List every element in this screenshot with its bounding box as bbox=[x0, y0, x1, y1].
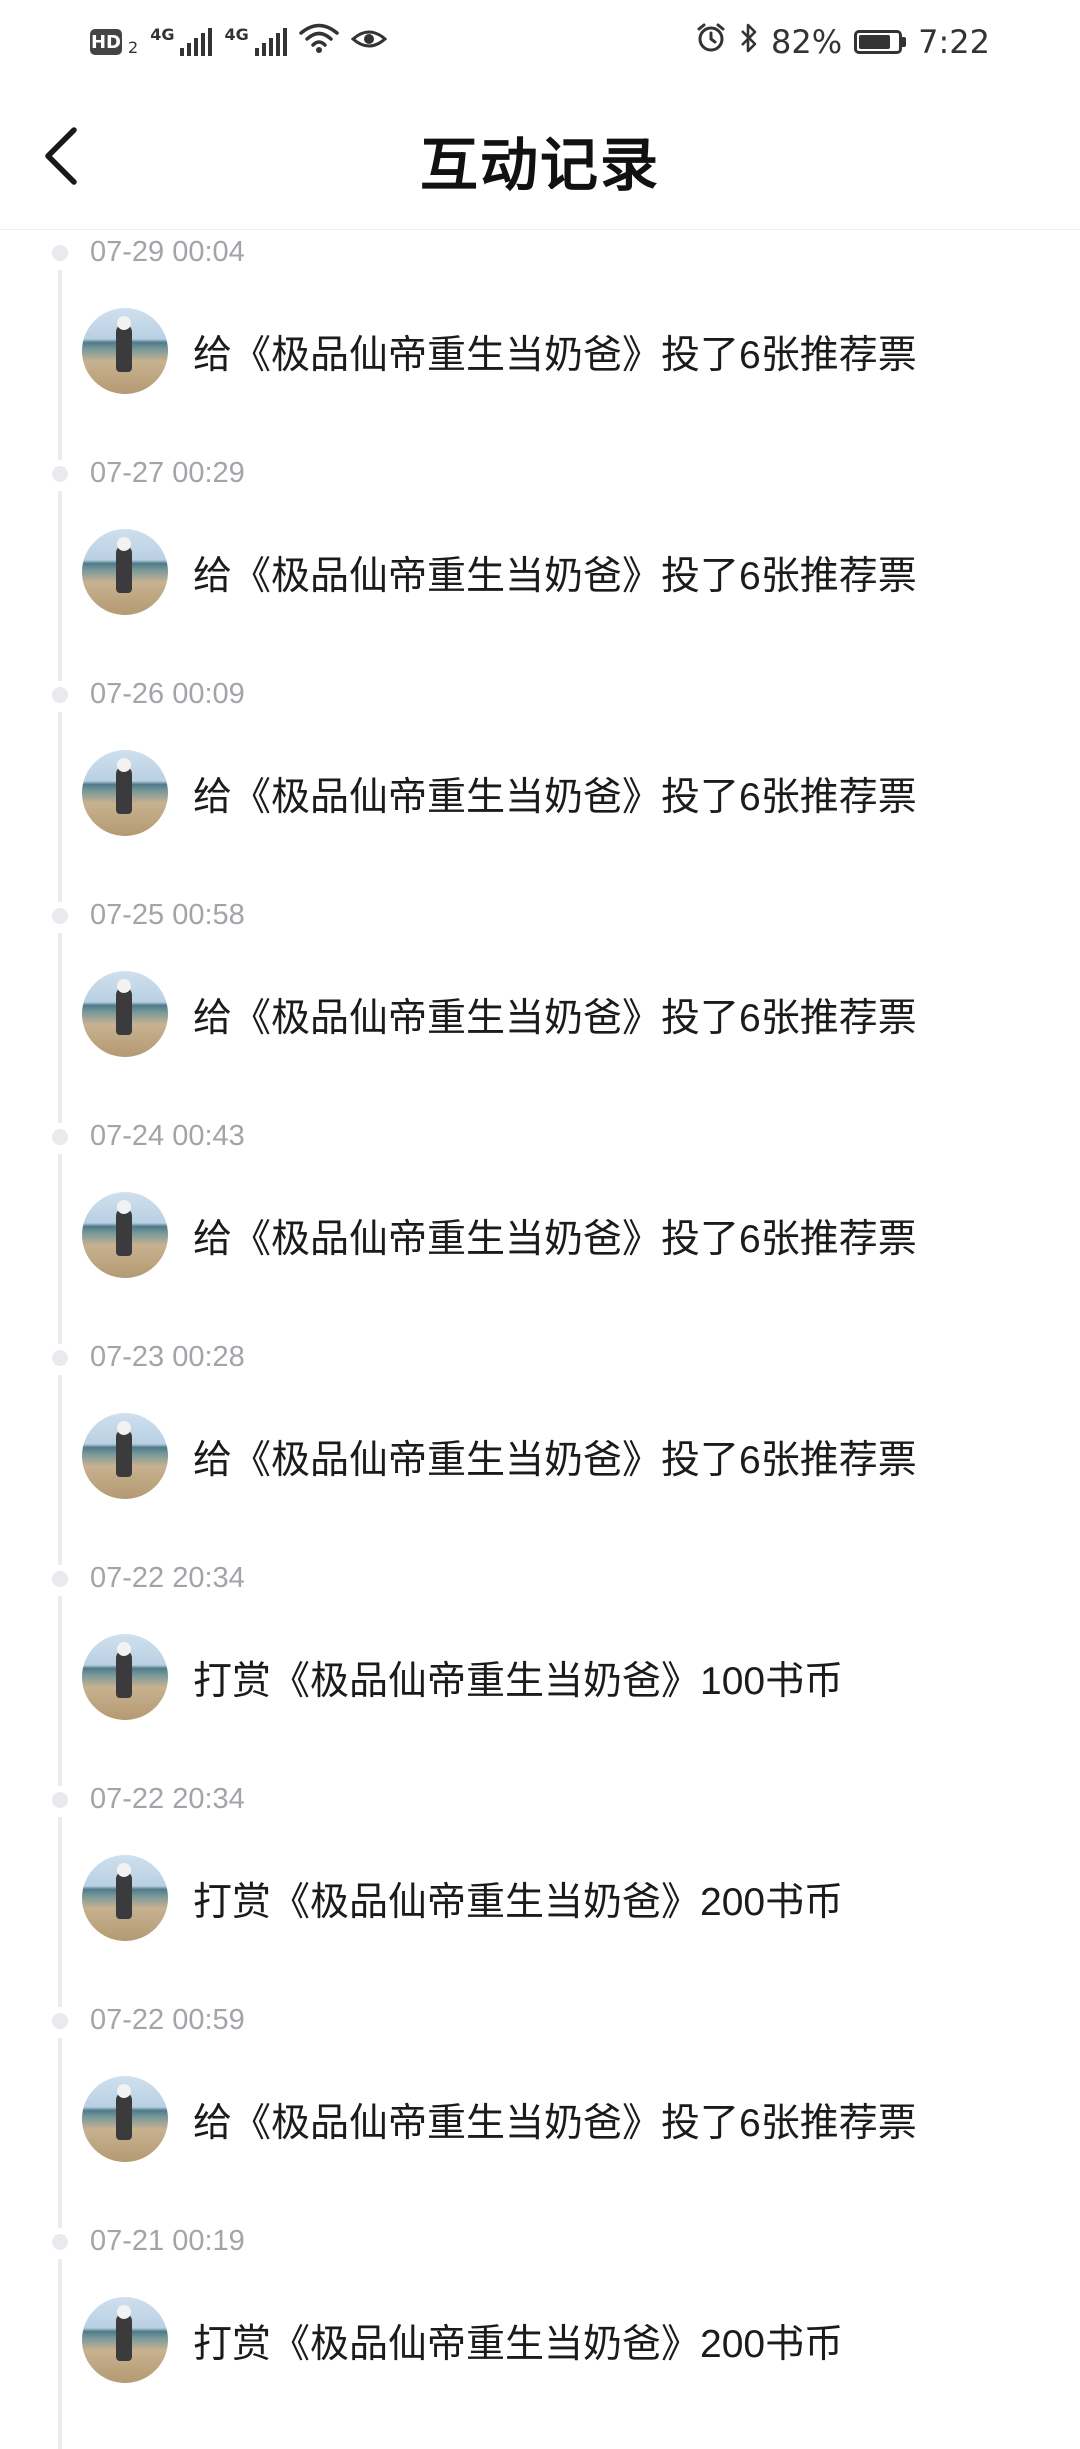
timeline-dot bbox=[52, 1350, 68, 1366]
avatar[interactable] bbox=[82, 1855, 168, 1941]
timeline-dot bbox=[52, 2013, 68, 2029]
timeline-line bbox=[58, 1375, 62, 1565]
app-header: 互动记录 bbox=[0, 84, 1080, 230]
record-time: 07-24 00:43 bbox=[90, 1120, 245, 1152]
timeline-dot bbox=[52, 908, 68, 924]
bluetooth-icon bbox=[739, 22, 759, 62]
avatar[interactable] bbox=[82, 529, 168, 615]
record-time: 07-27 00:29 bbox=[90, 457, 245, 489]
avatar[interactable] bbox=[82, 1413, 168, 1499]
record-item[interactable]: 07-25 00:58 给《极品仙帝重生当奶爸》投了6张推荐票 bbox=[0, 893, 1080, 1123]
clock: 7:22 bbox=[918, 23, 990, 61]
record-time: 07-23 00:28 bbox=[90, 1341, 245, 1373]
record-description[interactable]: 打赏《极品仙帝重生当奶爸》100书币 bbox=[193, 1650, 843, 1706]
record-time: 07-22 20:34 bbox=[90, 1562, 245, 1594]
battery-percent: 82% bbox=[771, 23, 843, 61]
timeline-dot bbox=[52, 1792, 68, 1808]
status-right: 82% 7:22 bbox=[695, 22, 990, 62]
avatar[interactable] bbox=[82, 1192, 168, 1278]
record-time: 07-25 00:58 bbox=[90, 899, 245, 931]
timeline-dot bbox=[52, 245, 68, 261]
record-item[interactable]: 07-21 00:19 打赏《极品仙帝重生当奶爸》200书币 bbox=[0, 2219, 1080, 2449]
record-item[interactable]: 07-22 20:34 打赏《极品仙帝重生当奶爸》200书币 bbox=[0, 1777, 1080, 2007]
record-item[interactable]: 07-24 00:43 给《极品仙帝重生当奶爸》投了6张推荐票 bbox=[0, 1114, 1080, 1344]
signal-icon bbox=[254, 28, 287, 56]
timeline-line bbox=[58, 933, 62, 1123]
record-time: 07-22 00:59 bbox=[90, 2004, 245, 2036]
avatar[interactable] bbox=[82, 2297, 168, 2383]
avatar[interactable] bbox=[82, 308, 168, 394]
timeline-line bbox=[58, 712, 62, 902]
record-item[interactable]: 07-26 00:09 给《极品仙帝重生当奶爸》投了6张推荐票 bbox=[0, 672, 1080, 902]
record-item[interactable]: 07-22 20:34 打赏《极品仙帝重生当奶爸》100书币 bbox=[0, 1556, 1080, 1786]
timeline-line bbox=[58, 2259, 62, 2449]
record-description[interactable]: 给《极品仙帝重生当奶爸》投了6张推荐票 bbox=[193, 766, 917, 822]
record-time: 07-29 00:04 bbox=[90, 236, 245, 268]
record-description[interactable]: 给《极品仙帝重生当奶爸》投了6张推荐票 bbox=[193, 545, 917, 601]
record-item[interactable]: 07-22 00:59 给《极品仙帝重生当奶爸》投了6张推荐票 bbox=[0, 1998, 1080, 2228]
timeline-line bbox=[58, 270, 62, 460]
alarm-icon bbox=[695, 22, 727, 62]
avatar[interactable] bbox=[82, 1634, 168, 1720]
wifi-icon bbox=[298, 22, 339, 62]
avatar[interactable] bbox=[82, 971, 168, 1057]
timeline-line bbox=[58, 2038, 62, 2228]
record-description[interactable]: 打赏《极品仙帝重生当奶爸》200书币 bbox=[193, 1871, 843, 1927]
status-left: HD 2 4G 4G bbox=[90, 22, 387, 62]
avatar[interactable] bbox=[82, 750, 168, 836]
timeline-dot bbox=[52, 687, 68, 703]
battery-level bbox=[859, 35, 891, 49]
record-time: 07-26 00:09 bbox=[90, 678, 245, 710]
battery-icon bbox=[854, 30, 907, 54]
timeline-dot bbox=[52, 2234, 68, 2250]
record-description[interactable]: 给《极品仙帝重生当奶爸》投了6张推荐票 bbox=[193, 1208, 917, 1264]
record-item[interactable]: 07-29 00:04 给《极品仙帝重生当奶爸》投了6张推荐票 bbox=[0, 230, 1080, 460]
record-description[interactable]: 打赏《极品仙帝重生当奶爸》200书币 bbox=[193, 2313, 843, 2369]
record-item[interactable]: 07-23 00:28 给《极品仙帝重生当奶爸》投了6张推荐票 bbox=[0, 1335, 1080, 1565]
network-type-2: 4G bbox=[224, 24, 249, 44]
record-description[interactable]: 给《极品仙帝重生当奶爸》投了6张推荐票 bbox=[193, 1429, 917, 1485]
record-time: 07-21 00:19 bbox=[90, 2225, 245, 2257]
interaction-timeline: 07-29 00:04 给《极品仙帝重生当奶爸》投了6张推荐票 07-27 00:2… bbox=[0, 230, 1080, 2449]
timeline-line bbox=[58, 1817, 62, 2007]
record-description[interactable]: 给《极品仙帝重生当奶爸》投了6张推荐票 bbox=[193, 2092, 917, 2148]
timeline-line bbox=[58, 1596, 62, 1786]
timeline-line bbox=[58, 491, 62, 681]
signal-icon bbox=[180, 28, 213, 56]
record-description[interactable]: 给《极品仙帝重生当奶爸》投了6张推荐票 bbox=[193, 987, 917, 1043]
hd-icon: HD bbox=[90, 29, 122, 55]
timeline-dot bbox=[52, 1571, 68, 1587]
timeline-dot bbox=[52, 1129, 68, 1145]
eye-icon bbox=[350, 23, 387, 61]
record-time: 07-22 20:34 bbox=[90, 1783, 245, 1815]
timeline-line bbox=[58, 1154, 62, 1344]
timeline-dot bbox=[52, 466, 68, 482]
page-title: 互动记录 bbox=[419, 131, 660, 199]
network-type-1: 4G bbox=[150, 24, 175, 44]
avatar[interactable] bbox=[82, 2076, 168, 2162]
record-description[interactable]: 给《极品仙帝重生当奶爸》投了6张推荐票 bbox=[193, 324, 917, 380]
sim-number: 2 bbox=[128, 37, 139, 57]
status-bar: HD 2 4G 4G 82% 7:22 bbox=[0, 0, 1080, 84]
record-item[interactable]: 07-27 00:29 给《极品仙帝重生当奶爸》投了6张推荐票 bbox=[0, 451, 1080, 681]
